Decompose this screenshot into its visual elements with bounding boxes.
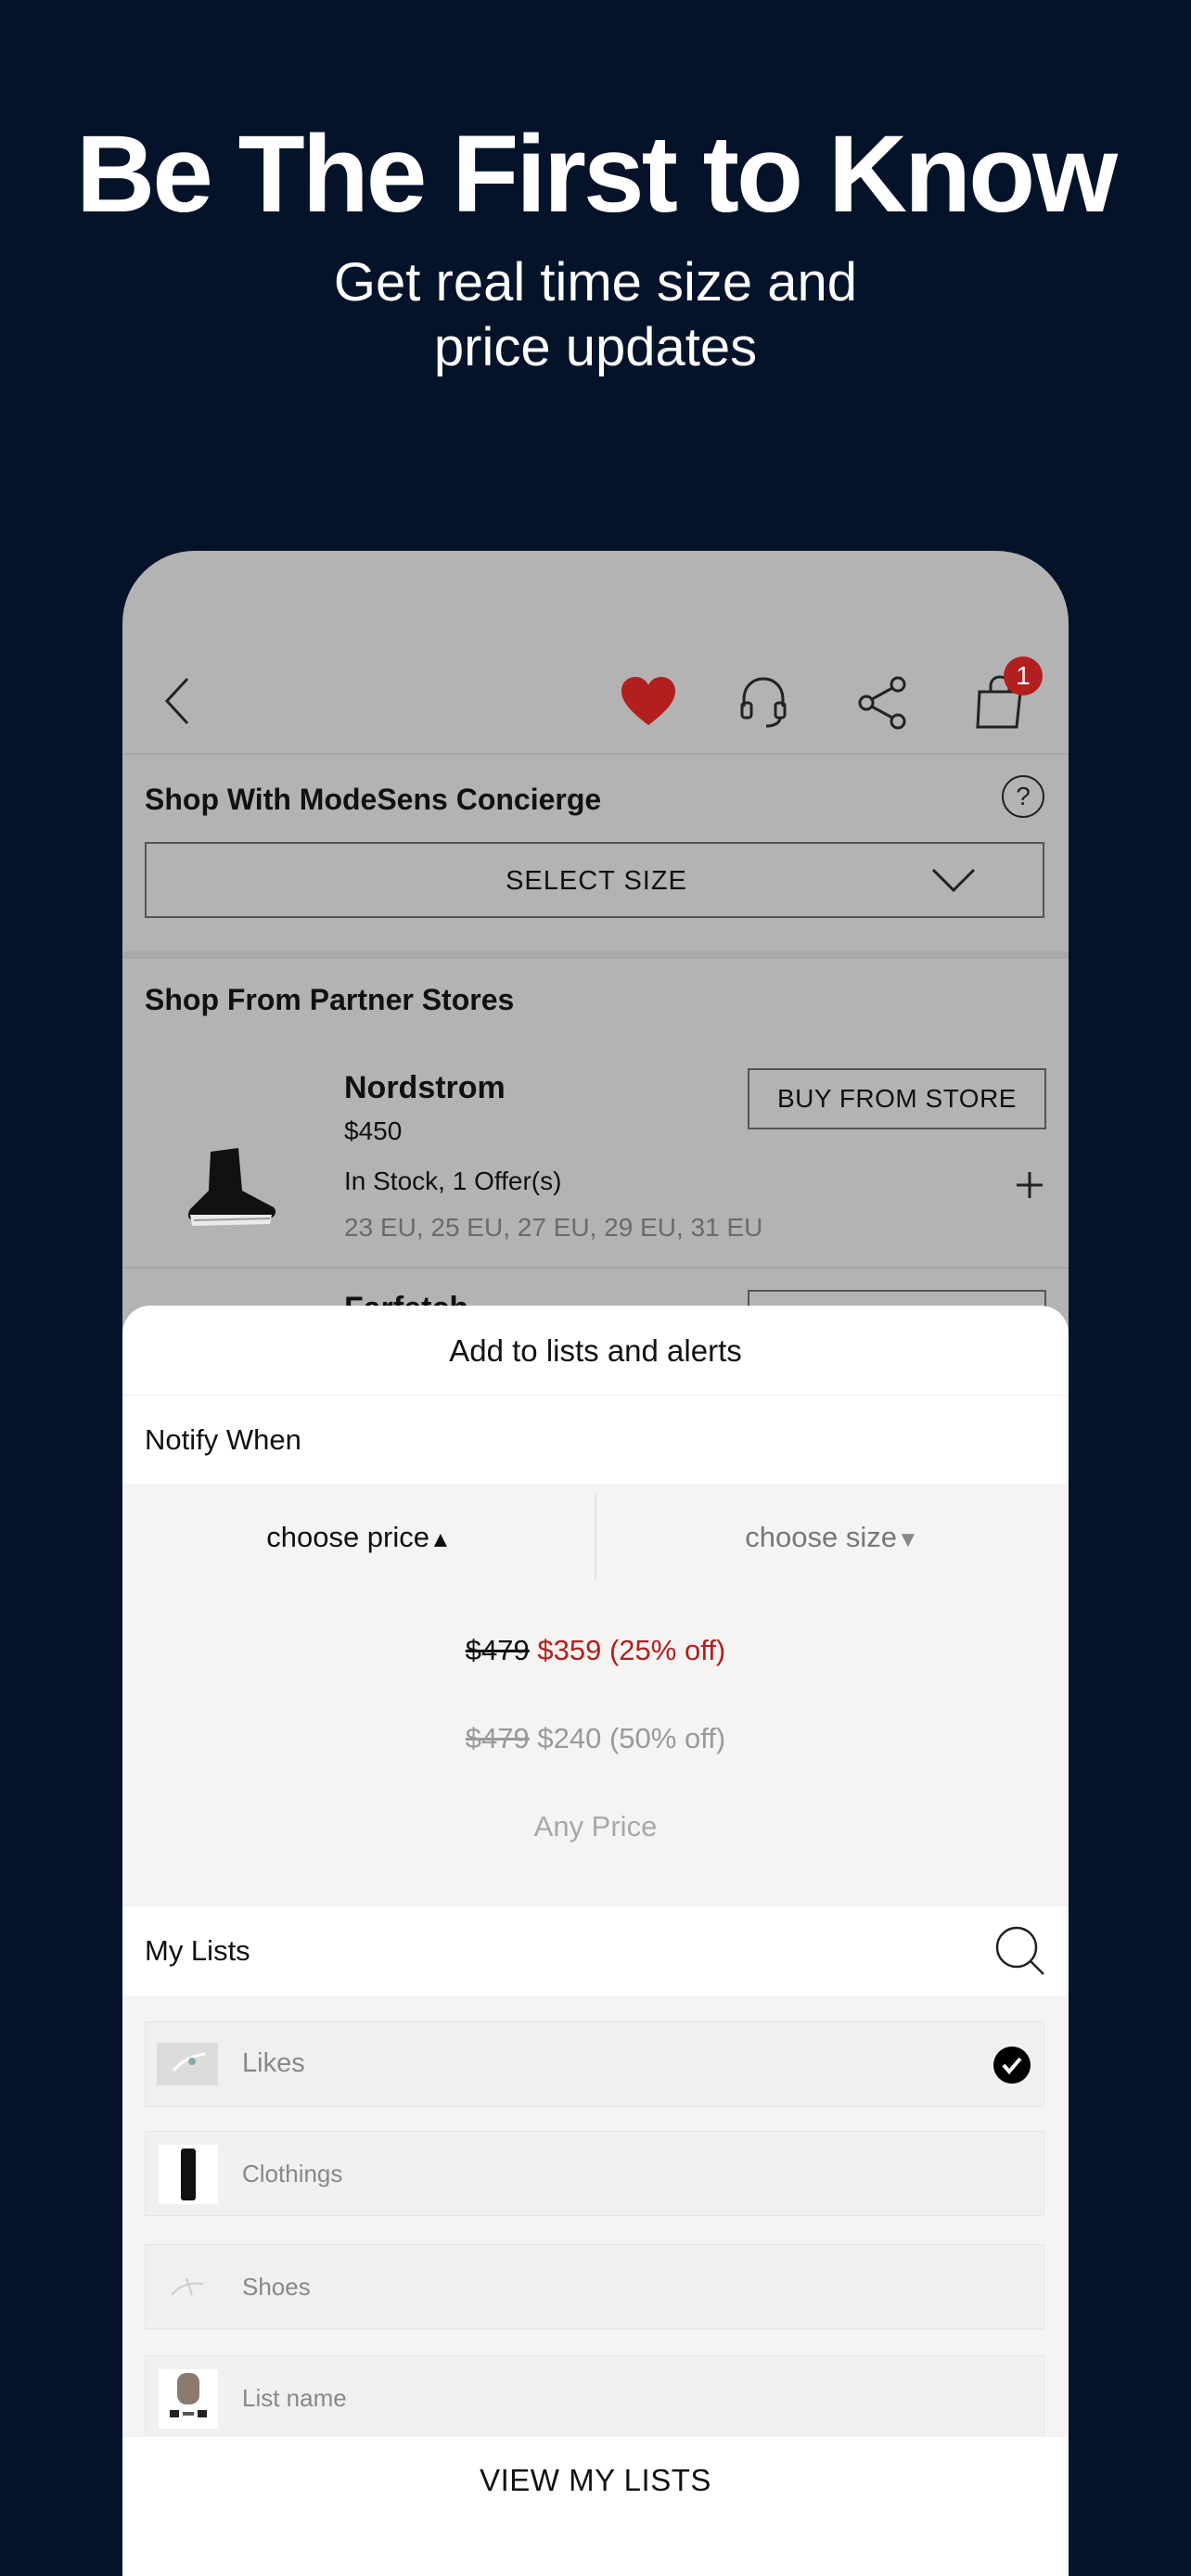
notify-when-row: Notify When	[122, 1395, 1069, 1485]
list-item-likes[interactable]: Likes	[145, 2021, 1044, 2107]
price-option[interactable]: $479 $240 (50% off)	[122, 1722, 1069, 1755]
my-lists-label: My Lists	[145, 1934, 250, 1967]
triangle-up-icon: ▲	[429, 1527, 452, 1552]
list-thumbnail	[159, 2369, 218, 2429]
list-item-clothings[interactable]: Clothings	[145, 2131, 1044, 2216]
price-option[interactable]: $479 $359 (25% off)	[122, 1634, 1069, 1667]
checkmark-icon	[993, 2047, 1031, 2084]
phone-screen: 1 Shop With ModeSens Concierge ? SELECT …	[122, 551, 1069, 2576]
choose-size-label: choose size	[745, 1521, 897, 1553]
my-lists-row: My Lists	[122, 1906, 1069, 1996]
help-icon[interactable]: ?	[1002, 775, 1044, 818]
select-size-label: SELECT SIZE	[506, 866, 687, 896]
buy-from-store-button[interactable]: BUY FROM STORE	[748, 1068, 1046, 1129]
alert-picker: choose price▲ choose size▼ $479 $359 (25…	[122, 1484, 1069, 1906]
view-my-lists-button[interactable]: VIEW MY LISTS	[122, 2437, 1069, 2576]
back-icon[interactable]	[160, 673, 197, 729]
store-sizes: 23 EU, 25 EU, 27 EU, 29 EU, 31 EU	[344, 1213, 763, 1242]
sheet-title: Add to lists and alerts	[449, 1333, 742, 1368]
any-price-option[interactable]: Any Price	[122, 1810, 1069, 1843]
store-name: Nordstrom	[344, 1070, 506, 1105]
sale-price: $359 (25% off)	[537, 1634, 726, 1666]
heart-icon[interactable]	[620, 675, 677, 727]
list-thumbnail	[159, 2258, 218, 2317]
sale-price: $240 (50% off)	[537, 1722, 726, 1754]
store-divider	[122, 1267, 1069, 1269]
hero-title: Be The First to Know	[76, 113, 1118, 236]
list-name: List name	[242, 2384, 347, 2412]
headset-icon[interactable]	[738, 675, 788, 731]
list-thumbnail	[157, 2043, 218, 2085]
plus-icon[interactable]	[1015, 1170, 1044, 1200]
list-name: Shoes	[242, 2273, 311, 2301]
search-icon[interactable]	[994, 1925, 1046, 1977]
lists-container: Likes Clothings Shoes List name	[122, 1996, 1069, 2441]
choose-price-tab[interactable]: choose price▲	[122, 1521, 596, 1554]
hero-subtitle: Get real time size and price updates	[0, 250, 1191, 380]
share-icon[interactable]	[855, 675, 911, 731]
concierge-title: Shop With ModeSens Concierge	[145, 783, 602, 816]
list-name: Clothings	[242, 2160, 343, 2187]
section-divider	[122, 951, 1069, 959]
hero-subtitle-line-2: price updates	[433, 317, 758, 377]
chevron-down-icon	[929, 864, 978, 896]
original-price: $479	[465, 1634, 530, 1666]
notify-when-label: Notify When	[145, 1423, 301, 1456]
list-name: Likes	[242, 2048, 305, 2078]
original-price: $479	[465, 1722, 530, 1754]
add-to-lists-sheet: Add to lists and alerts Notify When choo…	[122, 1306, 1069, 2576]
product-thumbnail[interactable]	[173, 1135, 285, 1237]
triangle-down-icon: ▼	[896, 1527, 919, 1552]
choose-price-label: choose price	[266, 1521, 429, 1553]
store-price: $450	[344, 1116, 403, 1145]
view-my-lists-label: VIEW MY LISTS	[480, 2463, 711, 2497]
hero-subtitle-line-1: Get real time size and	[333, 252, 858, 312]
divider	[122, 753, 1069, 755]
choose-size-tab[interactable]: choose size▼	[596, 1521, 1069, 1554]
store-stock: In Stock, 1 Offer(s)	[344, 1167, 562, 1195]
select-size-dropdown[interactable]: SELECT SIZE	[145, 842, 1044, 918]
partner-stores-title: Shop From Partner Stores	[145, 983, 515, 1016]
list-item-shoes[interactable]: Shoes	[145, 2244, 1044, 2329]
cart-badge: 1	[1004, 657, 1043, 695]
list-item-list-name[interactable]: List name	[145, 2355, 1044, 2441]
list-thumbnail	[159, 2145, 218, 2204]
